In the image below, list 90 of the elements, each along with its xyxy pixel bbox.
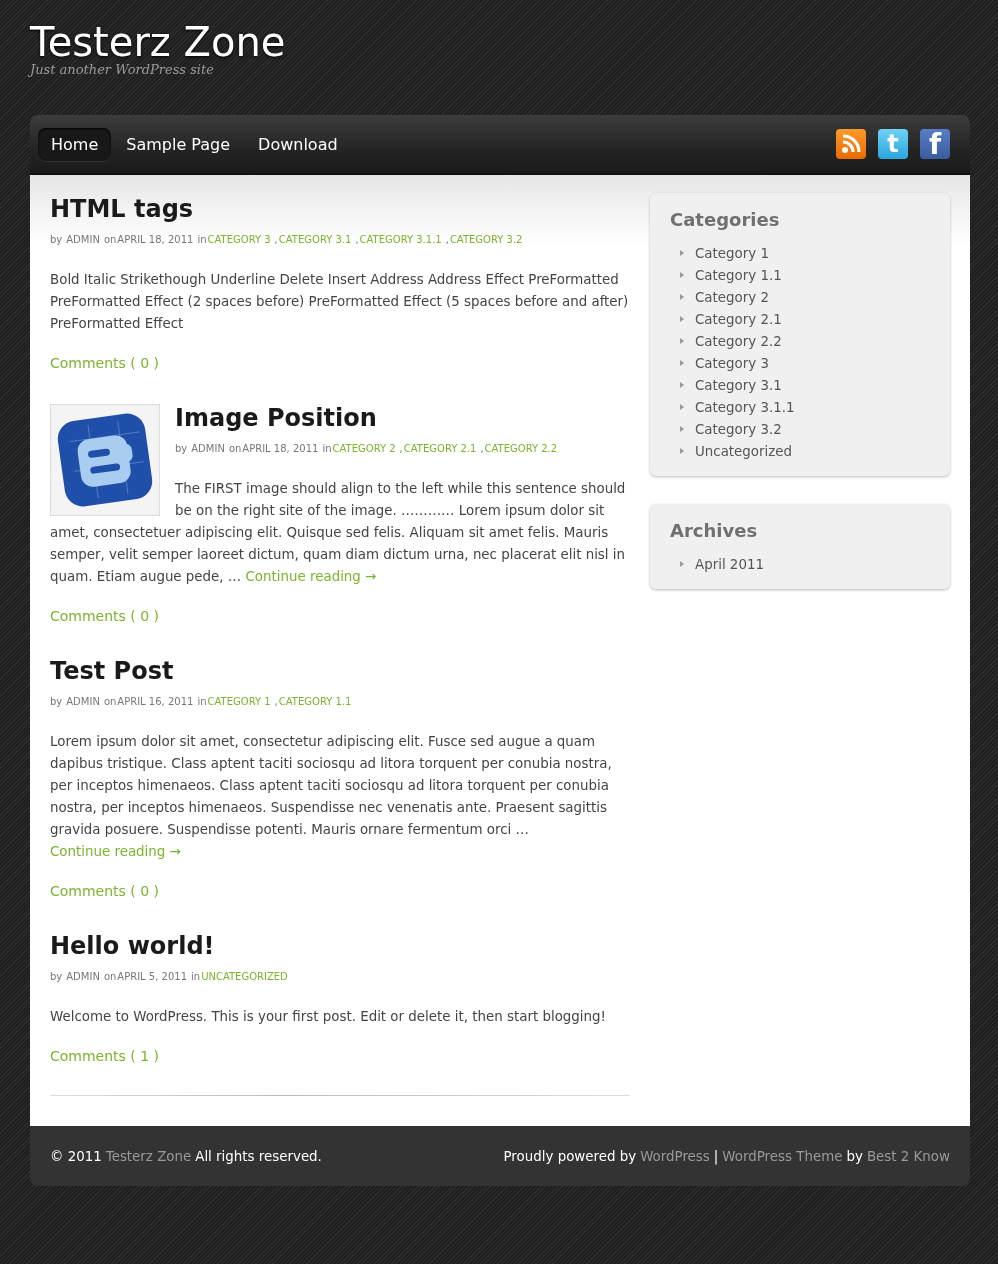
post-title[interactable]: Hello world!	[50, 930, 215, 962]
widget-title: Archives	[670, 520, 759, 541]
bullet-icon	[680, 338, 684, 344]
comments-link[interactable]: Comments ( 0 )	[50, 355, 160, 371]
social-link[interactable]: f	[920, 129, 950, 159]
meta-link[interactable]: CATEGORY 1	[207, 695, 271, 709]
meta-text: on	[103, 970, 117, 984]
meta-text: ADMIN	[66, 233, 100, 247]
meta-text: on	[103, 233, 117, 247]
footer-link[interactable]: Testerz Zone	[105, 1148, 192, 1164]
meta-link[interactable]: CATEGORY 2.2	[484, 442, 558, 456]
comments-link[interactable]: Comments ( 0 )	[50, 608, 160, 624]
meta-link[interactable]: CATEGORY 1.1	[278, 695, 352, 709]
meta-link[interactable]: CATEGORY 3.1	[278, 233, 352, 247]
meta-text: ,	[399, 442, 403, 456]
sidebar-link[interactable]: Category 3.2	[695, 421, 782, 437]
footer-text: |	[713, 1148, 719, 1164]
meta-text: on	[103, 695, 117, 709]
footer-text: © 2011	[50, 1148, 102, 1164]
site-title[interactable]: Testerz Zone	[30, 20, 286, 64]
bullet-icon	[680, 448, 684, 454]
meta-text: ADMIN	[66, 695, 100, 709]
sidebar-link[interactable]: Category 2.2	[695, 333, 782, 349]
sidebar-link[interactable]: Category 1	[695, 245, 769, 261]
bullet-icon	[680, 316, 684, 322]
meta-link[interactable]: UNCATEGORIZED	[201, 970, 288, 984]
meta-text: by	[50, 695, 63, 709]
nav-link[interactable]: Home	[38, 127, 112, 161]
meta-text: in	[197, 695, 207, 709]
sidebar-link[interactable]: Category 3.1	[695, 377, 782, 393]
widget-title: Categories	[670, 209, 781, 230]
comments-link[interactable]: Comments ( 1 )	[50, 1048, 160, 1064]
meta-text: ,	[274, 233, 278, 247]
meta-link[interactable]: CATEGORY 2.1	[403, 442, 477, 456]
meta-link[interactable]: CATEGORY 3.1.1	[359, 233, 442, 247]
footer-text: All rights reserved.	[195, 1148, 322, 1164]
post-title[interactable]: HTML tags	[50, 193, 194, 225]
sidebar-link[interactable]: Uncategorized	[695, 443, 793, 459]
meta-text: by	[50, 970, 63, 984]
bullet-icon	[680, 272, 684, 278]
sidebar-link[interactable]: Category 2	[695, 289, 769, 305]
post-title[interactable]: Image Position	[175, 402, 377, 434]
meta-text: by	[175, 442, 188, 456]
meta-text: ,	[445, 233, 449, 247]
sidebar-link[interactable]: Category 3.1.1	[695, 399, 795, 415]
footer-link[interactable]: WordPress	[640, 1148, 710, 1164]
bullet-icon	[680, 426, 684, 432]
bullet-icon	[680, 360, 684, 366]
meta-text: ADMIN	[66, 970, 100, 984]
footer-text: Proudly powered by	[503, 1148, 637, 1164]
footer-text: by	[846, 1148, 863, 1164]
post-text: Welcome to WordPress. This is your first post. Edit or delete it, then start blogging!	[50, 1008, 607, 1026]
meta-text: ,	[480, 442, 484, 456]
meta-text: ,	[274, 695, 278, 709]
meta-link[interactable]: CATEGORY 3	[207, 233, 271, 247]
meta-text: in	[191, 970, 201, 984]
meta-link[interactable]: CATEGORY 3.2	[449, 233, 523, 247]
post-text: Bold Italic Strikethough Underline Delete Insert Address Address Effect PreFormatted PreFormatted Effect (2 spaces before) PreFormatted Effect (5 spaces before and after) PreFormatted Effect	[50, 271, 630, 333]
sidebar-link[interactable]: Category 3	[695, 355, 769, 371]
meta-text: ,	[355, 233, 359, 247]
bullet-icon	[680, 561, 684, 567]
footer-link[interactable]: WordPress Theme	[722, 1148, 843, 1164]
post-title[interactable]: Test Post	[50, 655, 174, 687]
meta-text: APRIL 16, 2011	[117, 695, 194, 709]
meta-text: in	[322, 442, 332, 456]
post-text: Lorem ipsum dolor sit amet, consectetur adipiscing elit. Fusce sed augue a quam dapibus tristique. Class aptent taciti sociosqu ad litora torquent per conubia nostra, per inceptos himenaeos. Class aptent taciti sociosqu ad litora torquent per conubia nostra, per inceptos himenaeos. Suspendisse nec venenatis ante. Praesent sagittis gravida posuere. Suspendisse potenti. Mauris ornare fermentum orci … Continue reading →	[50, 733, 613, 861]
bullet-icon	[680, 250, 684, 256]
meta-text: APRIL 5, 2011	[117, 970, 188, 984]
meta-text: APRIL 18, 2011	[242, 442, 319, 456]
continue-reading-link[interactable]: Continue reading →	[50, 844, 181, 859]
sidebar-link[interactable]: Category 2.1	[695, 311, 782, 327]
meta-text: in	[197, 233, 207, 247]
meta-text: by	[50, 233, 63, 247]
continue-reading-link[interactable]: Continue reading →	[245, 569, 377, 584]
nav-link[interactable]: Download	[245, 127, 351, 161]
footer-link[interactable]: Best 2 Know	[866, 1148, 950, 1164]
meta-text: on	[228, 442, 242, 456]
meta-link[interactable]: CATEGORY 2	[332, 442, 396, 456]
nav-link[interactable]: Sample Page	[113, 127, 244, 161]
meta-text: APRIL 18, 2011	[117, 233, 194, 247]
bullet-icon	[680, 382, 684, 388]
bullet-icon	[680, 404, 684, 410]
sidebar-link[interactable]: April 2011	[695, 556, 764, 572]
comments-link[interactable]: Comments ( 0 )	[50, 883, 160, 899]
post-text: The FIRST image should align to the left while this sentence should be on the right site of the image. ………… Lorem ipsum dolor sit amet, consectetuer adipiscing elit. Quisque sed felis. Aliquam sit amet felis. Mauris semper, velit semper laoreet dictum, quam diam dictum urna, nec placerat elit nisl in quam. Etiam augue pede, … Continue reading →	[50, 480, 627, 586]
meta-text: ADMIN	[191, 442, 225, 456]
feed-icon[interactable]	[836, 129, 866, 159]
sidebar-link[interactable]: Category 1.1	[695, 267, 782, 283]
site-tagline: Just another WordPress site	[30, 62, 214, 77]
bullet-icon	[680, 294, 684, 300]
